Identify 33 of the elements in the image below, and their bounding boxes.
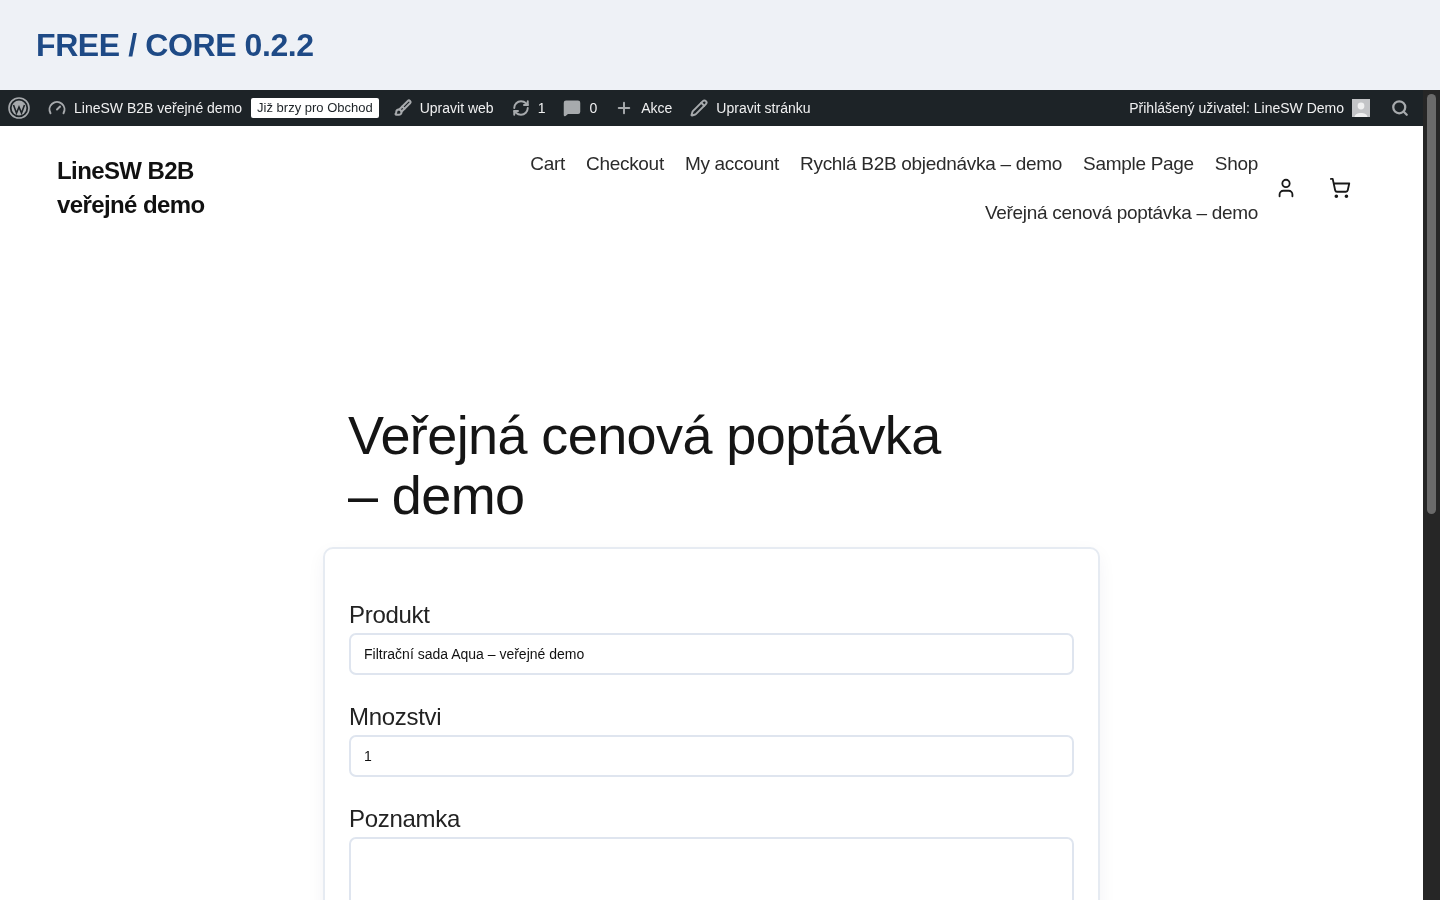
pencil-icon: [690, 99, 709, 117]
speech-bubble-icon: [563, 99, 582, 117]
refresh-icon: [511, 99, 530, 117]
admin-bar-link[interactable]: Upravit web: [384, 90, 503, 126]
account-link[interactable]: Přihlášený uživatel: LineSW Demo: [1120, 90, 1379, 126]
admin-bar-link[interactable]: Akce: [606, 90, 682, 126]
gauge-icon: [48, 99, 66, 117]
field-label: Poznamka: [349, 805, 462, 833]
admin-bar-link[interactable]: 1: [502, 90, 555, 126]
store-status-badge[interactable]: Již brzy pro Obchod: [251, 98, 379, 118]
nav-link[interactable]: Rychlá B2B objednávka – demo: [800, 150, 1063, 177]
scrollbar-thumb[interactable]: [1427, 94, 1436, 514]
site-title[interactable]: LineSW B2B veřejné demo: [57, 154, 237, 222]
cart-icon[interactable]: [1329, 177, 1351, 199]
field-label: Produkt: [349, 601, 431, 629]
nav-link[interactable]: Checkout: [586, 150, 664, 177]
nav-link[interactable]: Veřejná cenová poptávka – demo: [984, 199, 1258, 226]
search-icon: [1391, 99, 1409, 117]
avatar-icon: [1352, 99, 1370, 117]
input-field[interactable]: Filtrační sada Aqua – veřejné demo: [349, 633, 1074, 675]
admin-bar-link[interactable]: 0: [554, 90, 607, 126]
nav-link[interactable]: Cart: [530, 150, 565, 177]
field-label: Mnozstvi: [349, 703, 443, 731]
nav-link[interactable]: Sample Page: [1083, 150, 1194, 177]
nav-link[interactable]: Shop: [1214, 150, 1258, 177]
admin-bar-link[interactable]: Upravit stránku: [681, 90, 820, 126]
admin-bar-link[interactable]: LineSW B2B veřejné demo: [39, 90, 252, 126]
banner-title: FREE / CORE 0.2.2: [36, 26, 314, 64]
nav-link[interactable]: My account: [684, 150, 780, 177]
brush-icon: [393, 99, 412, 117]
logo-icon: [8, 97, 30, 119]
input-field[interactable]: 1: [349, 735, 1074, 777]
page-heading: Veřejná cenová poptávka – demo: [348, 405, 943, 525]
